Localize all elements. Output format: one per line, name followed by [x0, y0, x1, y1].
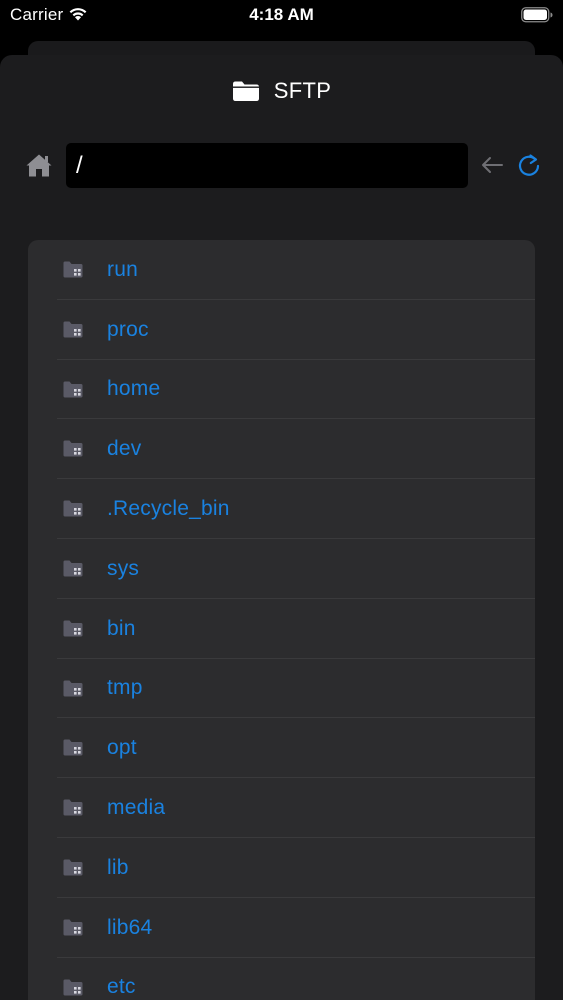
sheet-header: SFTP: [0, 75, 563, 107]
list-item-label: lib: [107, 855, 129, 879]
list-item-label: opt: [107, 736, 137, 760]
folder-icon: [232, 80, 260, 102]
list-item[interactable]: proc: [28, 300, 535, 360]
back-arrow-icon[interactable]: [480, 155, 504, 180]
path-bar: [0, 143, 563, 189]
list-item-label: tmp: [107, 676, 143, 700]
list-item[interactable]: bin: [28, 599, 535, 659]
list-item[interactable]: tmp: [28, 659, 535, 719]
list-item-label: dev: [107, 437, 142, 461]
list-item-label: .Recycle_bin: [107, 497, 230, 521]
sftp-sheet: SFTP / run proc home dev .Recycle_bin sy…: [0, 55, 563, 1000]
server-folder-icon: [63, 680, 83, 697]
server-folder-icon: [63, 620, 83, 637]
server-folder-icon: [63, 381, 83, 398]
server-folder-icon: [63, 500, 83, 517]
list-item-label: lib64: [107, 915, 153, 939]
server-folder-icon: [63, 560, 83, 577]
list-item[interactable]: .Recycle_bin: [28, 479, 535, 539]
list-item-label: bin: [107, 616, 136, 640]
server-folder-icon: [63, 799, 83, 816]
server-folder-icon: [63, 321, 83, 338]
file-list: run proc home dev .Recycle_bin sys bin t…: [28, 240, 535, 1000]
server-folder-icon: [63, 979, 83, 996]
list-item[interactable]: lib64: [28, 898, 535, 958]
list-item[interactable]: media: [28, 778, 535, 838]
list-item[interactable]: sys: [28, 539, 535, 599]
server-folder-icon: [63, 261, 83, 278]
list-item[interactable]: etc: [28, 958, 535, 1000]
list-item[interactable]: dev: [28, 419, 535, 479]
list-item[interactable]: lib: [28, 838, 535, 898]
list-item[interactable]: opt: [28, 718, 535, 778]
server-folder-icon: [63, 859, 83, 876]
server-folder-icon: [63, 739, 83, 756]
path-input[interactable]: [66, 143, 468, 188]
list-item-label: home: [107, 377, 161, 401]
server-folder-icon: [63, 919, 83, 936]
status-bar: Carrier 4:18 AM: [0, 0, 563, 30]
server-folder-icon: [63, 440, 83, 457]
screen: Carrier 4:18 AM SFTP / run proc home dev…: [0, 0, 563, 1000]
list-item-label: run: [107, 257, 138, 281]
list-item-label: media: [107, 796, 166, 820]
list-item-label: sys: [107, 556, 140, 580]
clock: 4:18 AM: [249, 5, 314, 24]
battery-icon: [521, 7, 553, 28]
list-item[interactable]: run: [28, 240, 535, 300]
list-item-label: etc: [107, 975, 136, 999]
page-title: SFTP: [273, 78, 332, 103]
list-item-label: proc: [107, 317, 149, 341]
home-icon[interactable]: [25, 153, 53, 183]
list-item[interactable]: home: [28, 360, 535, 420]
refresh-icon[interactable]: [516, 153, 542, 184]
